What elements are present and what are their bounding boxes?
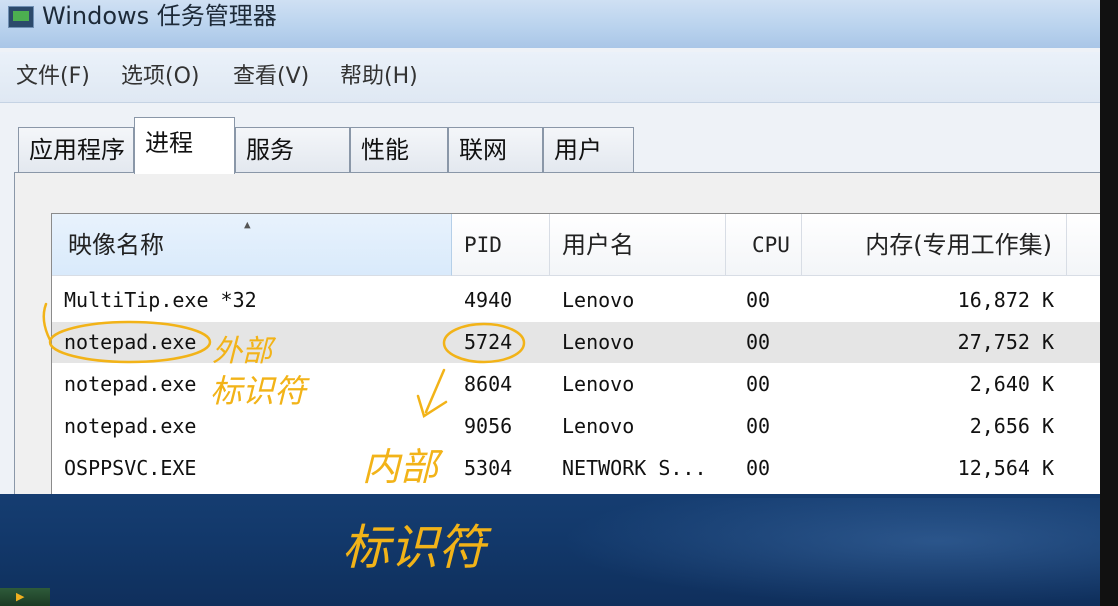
memory-cell: 16,872 K <box>957 288 1054 312</box>
image-name-cell: notepad.exe <box>64 330 197 354</box>
title-bar[interactable]: Windows 任务管理器 <box>0 0 1100 48</box>
process-list: ▲ 映像名称 PID 用户名 CPU 内存(专用工作集) MultiTip.ex… <box>51 213 1100 494</box>
memory-cell: 12,564 K <box>957 456 1054 480</box>
cpu-cell: 00 <box>746 372 771 396</box>
pid-cell: 5724 <box>464 330 513 354</box>
screen-edge <box>1100 0 1118 606</box>
user-cell: NETWORK S... <box>562 456 707 480</box>
column-pid[interactable]: PID <box>452 214 550 276</box>
user-cell: Lenovo <box>562 372 635 396</box>
external-id-annotation-line2: 标识符 <box>210 372 307 410</box>
taskbar-start[interactable]: ▶ <box>0 588 50 606</box>
task-manager-window: Windows 任务管理器 文件(F) 选项(O) 查看(V) 帮助(H) 应用… <box>0 0 1100 494</box>
image-name-cell: OSPPSVC.EXE <box>64 456 197 480</box>
cpu-cell: 00 <box>746 288 771 312</box>
tab-strip: 应用程序 进程 服务 性能 联网 用户 <box>0 103 1100 174</box>
menu-view[interactable]: 查看(V) <box>233 62 309 92</box>
external-id-annotation-line1: 外部 <box>212 334 272 369</box>
column-filler <box>1067 214 1100 276</box>
internal-id-annotation-line1: 内部 <box>362 445 439 489</box>
pid-cell: 8604 <box>464 372 513 396</box>
table-row[interactable]: OSPPSVC.EXE 5304 NETWORK S... 00 12,564 … <box>52 448 1100 489</box>
tab-services[interactable]: 服务 <box>235 127 350 172</box>
memory-cell: 2,656 K <box>969 414 1054 438</box>
table-row-selected[interactable]: notepad.exe 5724 Lenovo 00 27,752 K <box>52 322 1100 363</box>
tab-applications[interactable]: 应用程序 <box>18 127 134 172</box>
flag-icon: ▶ <box>16 590 25 603</box>
memory-cell: 2,640 K <box>969 372 1054 396</box>
tab-performance[interactable]: 性能 <box>350 127 448 172</box>
user-cell: Lenovo <box>562 330 635 354</box>
image-name-cell: notepad.exe <box>64 372 197 396</box>
user-cell: Lenovo <box>562 414 635 438</box>
table-row[interactable]: notepad.exe 9056 Lenovo 00 2,656 K <box>52 406 1100 447</box>
menu-options[interactable]: 选项(O) <box>121 62 199 92</box>
table-row[interactable]: MultiTip.exe *32 4940 Lenovo 00 16,872 K <box>52 280 1100 321</box>
tab-networking[interactable]: 联网 <box>448 127 543 172</box>
image-name-cell: MultiTip.exe *32 <box>64 288 257 312</box>
pid-cell: 5304 <box>464 456 513 480</box>
pid-cell: 9056 <box>464 414 513 438</box>
cpu-cell: 00 <box>746 456 771 480</box>
menu-file[interactable]: 文件(F) <box>16 62 90 92</box>
column-image-name[interactable]: ▲ 映像名称 <box>52 214 452 276</box>
monitor-icon <box>8 6 34 28</box>
menu-help[interactable]: 帮助(H) <box>340 62 418 92</box>
internal-id-annotation-line2: 标识符 <box>342 520 487 576</box>
cpu-cell: 00 <box>746 414 771 438</box>
tab-processes[interactable]: 进程 <box>134 117 235 174</box>
memory-cell: 27,752 K <box>957 330 1054 354</box>
user-cell: Lenovo <box>562 288 635 312</box>
desktop-background <box>0 488 1100 606</box>
window-title: Windows 任务管理器 <box>42 2 277 30</box>
column-memory[interactable]: 内存(专用工作集) <box>802 214 1067 276</box>
cpu-cell: 00 <box>746 330 771 354</box>
processes-panel: ▲ 映像名称 PID 用户名 CPU 内存(专用工作集) MultiTip.ex… <box>14 172 1100 494</box>
sort-ascending-icon: ▲ <box>244 218 251 231</box>
image-name-cell: notepad.exe <box>64 414 197 438</box>
column-user-name[interactable]: 用户名 <box>550 214 726 276</box>
pid-cell: 4940 <box>464 288 513 312</box>
tab-users[interactable]: 用户 <box>543 127 634 172</box>
column-cpu[interactable]: CPU <box>726 214 802 276</box>
menu-bar: 文件(F) 选项(O) 查看(V) 帮助(H) <box>0 52 1100 103</box>
